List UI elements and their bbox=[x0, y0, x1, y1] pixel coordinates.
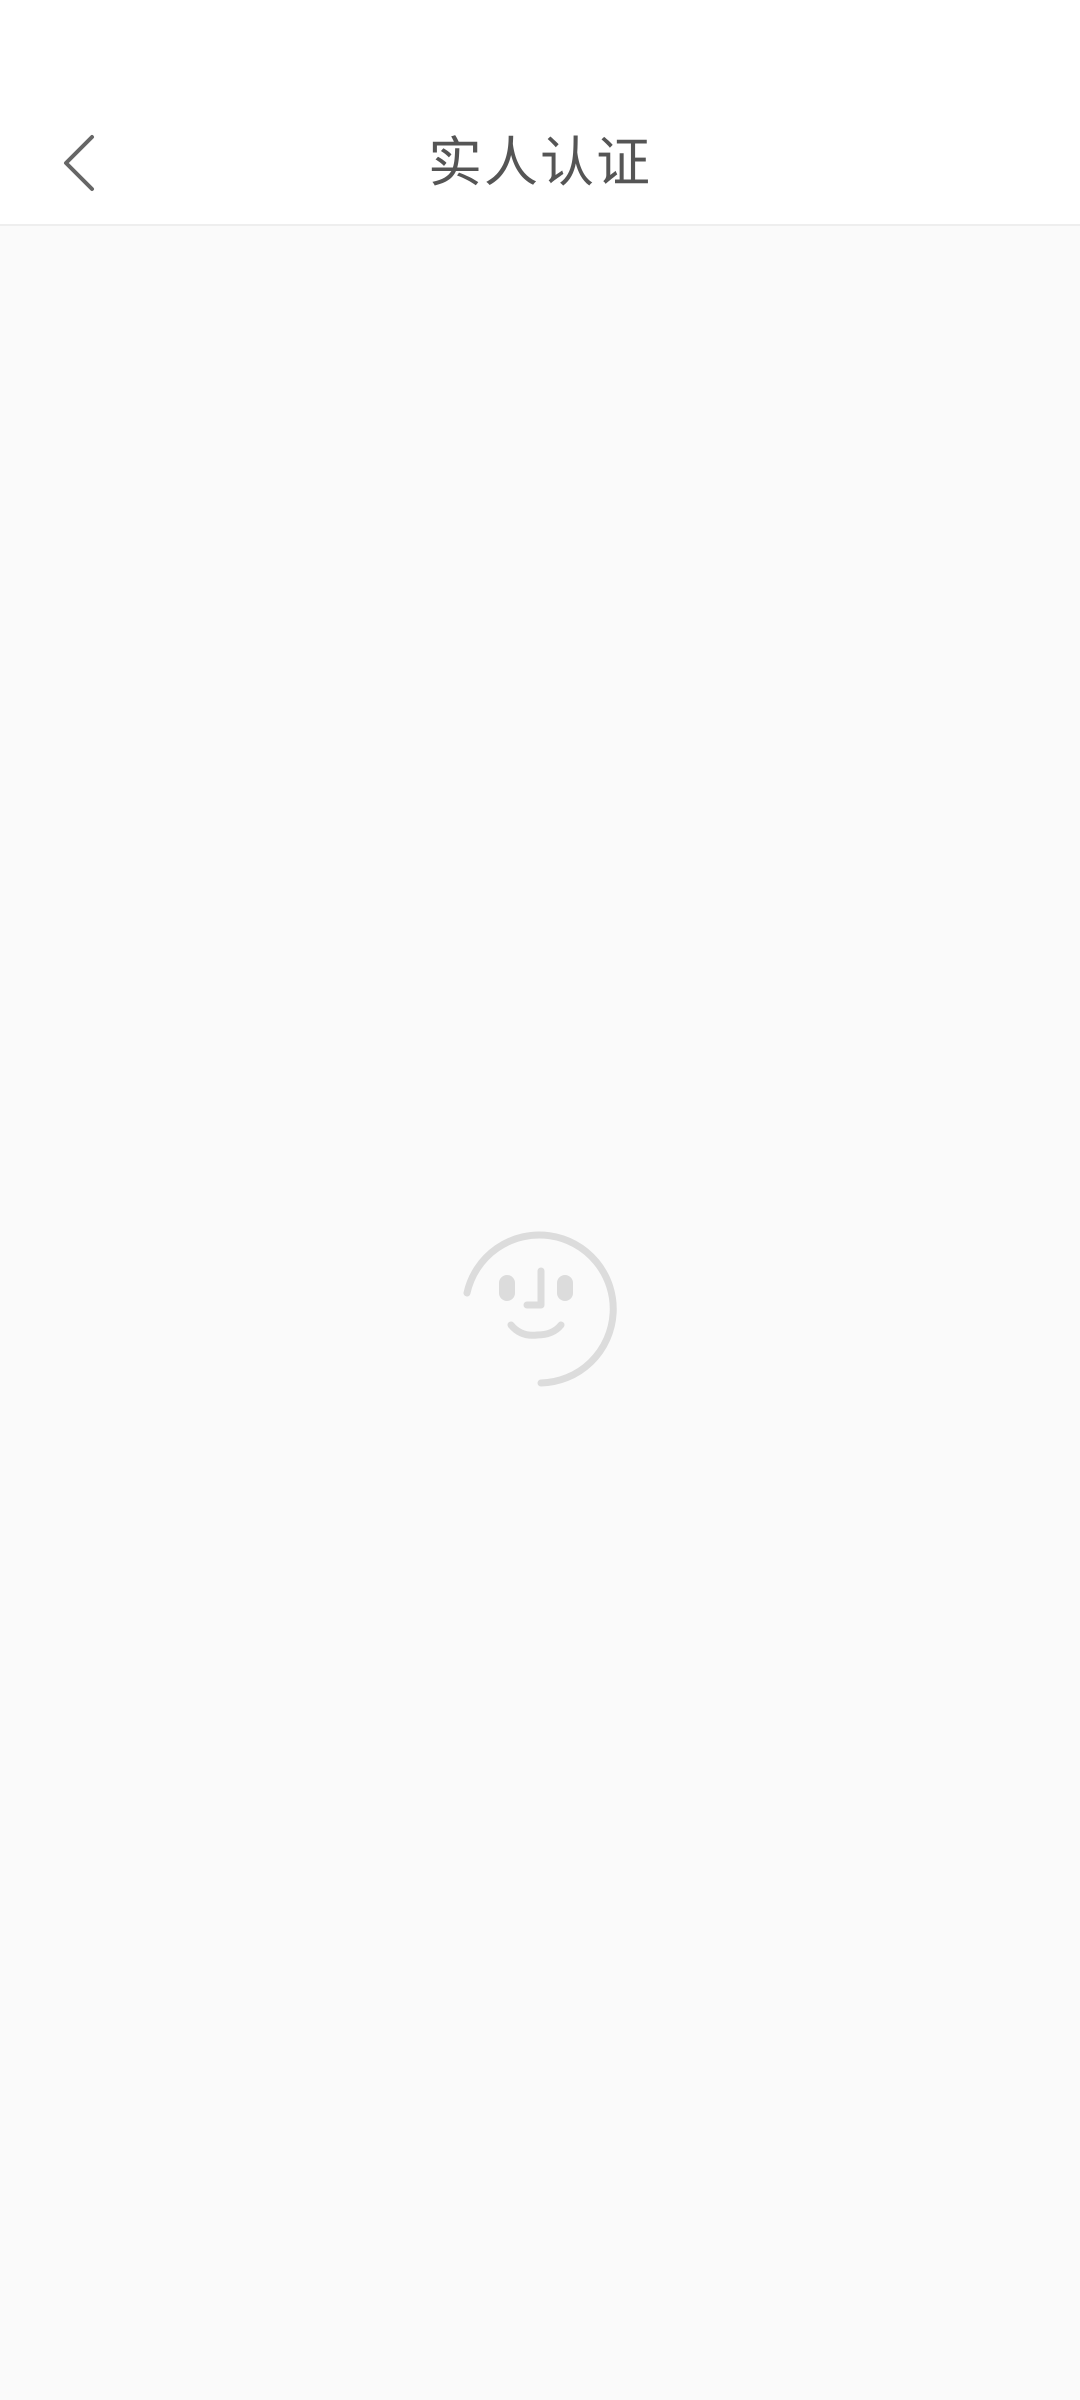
chevron-left-icon bbox=[64, 135, 94, 191]
face-scan-icon bbox=[455, 1225, 625, 1395]
page-title: 实人认证 bbox=[428, 131, 652, 194]
nav-bar: 实人认证 bbox=[0, 100, 1080, 226]
status-bar bbox=[0, 0, 1080, 100]
screen: 实人认证 bbox=[0, 0, 1080, 2400]
back-button[interactable] bbox=[40, 123, 120, 203]
